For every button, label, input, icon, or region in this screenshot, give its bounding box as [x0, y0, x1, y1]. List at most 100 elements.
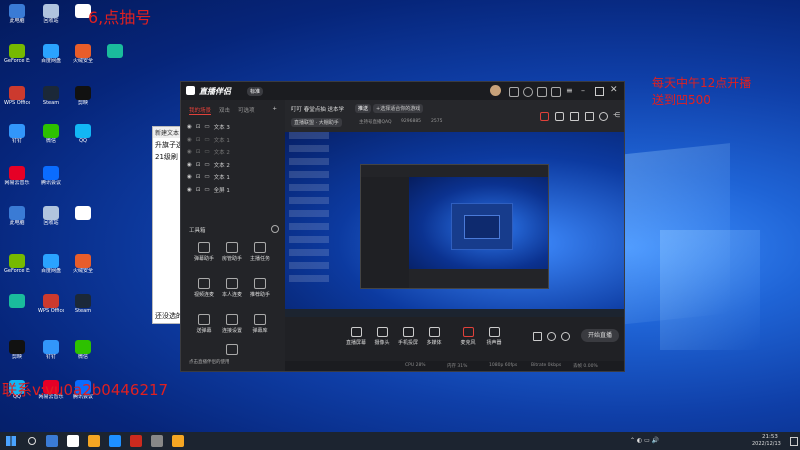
tool-button[interactable]: 连接设置 [219, 314, 245, 334]
scene-item[interactable]: ◉ ⊡ ▭ 文本 1 [181, 134, 285, 147]
desktop-icon[interactable] [102, 44, 128, 62]
share-link-icon[interactable]: ⋲ [613, 112, 620, 119]
tool-button[interactable]: 弹幕库 [247, 314, 273, 334]
window-icon[interactable] [570, 112, 579, 121]
scene-item[interactable]: ◉ ⊡ ▭ 文本 2 [181, 159, 285, 172]
preview-stage[interactable] [285, 132, 624, 317]
taskbar-app-icon[interactable] [67, 435, 79, 447]
category-button[interactable]: +选择适合你的游戏 [373, 104, 424, 113]
close-icon[interactable]: ✕ [610, 85, 618, 95]
desktop-icon[interactable]: 钉钉 [4, 124, 30, 144]
eye-icon[interactable]: ◉ [187, 137, 192, 143]
eye-icon[interactable]: ◉ [187, 149, 192, 155]
layout-icon[interactable] [585, 112, 594, 121]
lamp-icon[interactable] [599, 112, 608, 121]
eye-icon[interactable]: ◉ [187, 174, 192, 180]
scene-item[interactable]: ◉ ⊡ ▭ 文本 2 [181, 146, 285, 159]
eye-icon[interactable]: ◉ [187, 162, 192, 168]
lock-icon[interactable]: ⊡ [196, 187, 201, 193]
desktop-icon[interactable]: 此电脑 [4, 206, 30, 226]
tool-button[interactable]: 弹幕助手 [191, 242, 217, 262]
desktop-icon[interactable]: QQ [70, 124, 96, 144]
record-icon[interactable] [533, 332, 542, 341]
eye-icon[interactable]: ◉ [187, 187, 192, 193]
menu-icon[interactable]: ≡ [566, 87, 573, 95]
desktop-icon[interactable]: 回收站 [38, 4, 64, 24]
lock-icon[interactable]: ⊡ [196, 124, 201, 130]
start-windows-icon[interactable] [6, 436, 16, 446]
search-icon[interactable] [28, 437, 36, 445]
share-icon[interactable] [540, 112, 549, 121]
avatar[interactable] [490, 85, 501, 96]
lock-icon[interactable]: ⊡ [196, 137, 201, 143]
taskbar-time[interactable]: 21:53 [762, 434, 778, 440]
feedback-icon[interactable] [551, 87, 561, 97]
desktop-icon[interactable]: 微信 [70, 340, 96, 360]
eye-icon[interactable]: ◉ [187, 124, 192, 130]
add-scene-icon[interactable]: + [272, 106, 277, 115]
desktop-icon[interactable]: 此电脑 [4, 4, 30, 24]
source-button[interactable]: 摄像头 [371, 327, 393, 346]
source-button[interactable]: 麦克风 [457, 327, 479, 346]
tab-double[interactable]: 双击 [219, 106, 230, 115]
app-badge[interactable]: 标准 [247, 87, 264, 96]
source-button[interactable]: 多媒体 [423, 327, 445, 346]
lock-icon[interactable]: ⊡ [196, 162, 201, 168]
tool-button[interactable]: 本人连麦 [219, 278, 245, 298]
desktop-icon[interactable]: Steam [38, 86, 64, 106]
desktop-icon[interactable]: 钉钉 [38, 340, 64, 360]
taskbar-app-icon[interactable] [109, 435, 121, 447]
tab-options[interactable]: 可选项 [238, 106, 255, 115]
taskbar-app-icon[interactable] [151, 435, 163, 447]
stream-tag[interactable]: 推送 [355, 104, 372, 113]
taskbar-date[interactable]: 2022/12/13 [752, 441, 781, 447]
desktop-icon[interactable] [4, 294, 30, 312]
desktop-icon[interactable]: GeForce Experience [4, 44, 30, 64]
desktop-icon[interactable]: 微信 [38, 124, 64, 144]
tools-settings-icon[interactable] [271, 225, 279, 233]
streaming-app-window[interactable]: 直播伴侣 标准 ≡ – ✕ 我的场景 双击 可选项 + ◉ ⊡ ▭ 文本 3 ◉ ⊡ ▭ 文本… [180, 81, 625, 372]
desktop-icon[interactable]: 火绒安全 [70, 254, 96, 274]
desktop-icon[interactable]: 回收站 [38, 206, 64, 226]
desktop-icon[interactable]: 网易云音乐 [4, 166, 30, 186]
source-button[interactable]: 手机投屏 [397, 327, 419, 346]
settings-icon[interactable] [523, 87, 533, 97]
lock-icon[interactable]: ⊡ [196, 149, 201, 155]
taskbar-app-icon[interactable] [88, 435, 100, 447]
desktop-icon[interactable]: 剪映 [70, 86, 96, 106]
tool-button[interactable]: 主播任务 [247, 242, 273, 262]
timer-icon[interactable] [547, 332, 556, 341]
tab-my-scenes[interactable]: 我的场景 [189, 106, 212, 115]
desktop-icon[interactable]: GeForce Experience [4, 254, 30, 274]
scene-item[interactable]: ◉ ⊡ ▭ 全屏 1 [181, 184, 285, 197]
taskbar-app-icon[interactable] [172, 435, 184, 447]
desktop-icon[interactable]: 火绒安全 [70, 44, 96, 64]
tray-icons[interactable]: ⌃ ◐ ▭ 🔊 [630, 437, 659, 444]
room-tag[interactable]: 直播联盟 · 大棚助手 [291, 118, 342, 127]
notification-icon[interactable] [509, 87, 519, 97]
lock-icon[interactable]: ⊡ [196, 174, 201, 180]
bottom-note[interactable]: 点击直播伴侣的使用 [189, 359, 230, 365]
maximize-icon[interactable] [595, 87, 604, 96]
desktop-icon[interactable]: Steam [70, 294, 96, 314]
taskbar-app-icon[interactable] [46, 435, 58, 447]
desktop-icon[interactable]: 剪映 [4, 340, 30, 360]
desktop-icon[interactable]: 腾讯会议 [38, 166, 64, 186]
desktop-icon[interactable]: 百度网盘 [38, 254, 64, 274]
source-button[interactable]: 扬声器 [483, 327, 505, 346]
scene-item[interactable]: ◉ ⊡ ▭ 文本 3 [181, 121, 285, 134]
skin-icon[interactable] [537, 87, 547, 97]
tool-button[interactable] [219, 344, 245, 357]
start-live-button[interactable]: 开始直播 [581, 329, 619, 342]
source-button[interactable]: 直播屏幕 [345, 327, 367, 346]
tool-button[interactable]: 送弹幕 [191, 314, 217, 334]
desktop-icon[interactable]: WPS Office [38, 294, 64, 314]
tool-button[interactable]: 视频连麦 [191, 278, 217, 298]
taskbar-app-icon[interactable] [130, 435, 142, 447]
desktop-icon[interactable]: WPS Office [4, 86, 30, 106]
minimize-icon[interactable]: – [581, 87, 585, 95]
notification-center-icon[interactable] [790, 437, 798, 446]
scene-item[interactable]: ◉ ⊡ ▭ 文本 1 [181, 171, 285, 184]
lock-icon[interactable] [555, 112, 564, 121]
tool-button[interactable]: 房管助手 [219, 242, 245, 262]
